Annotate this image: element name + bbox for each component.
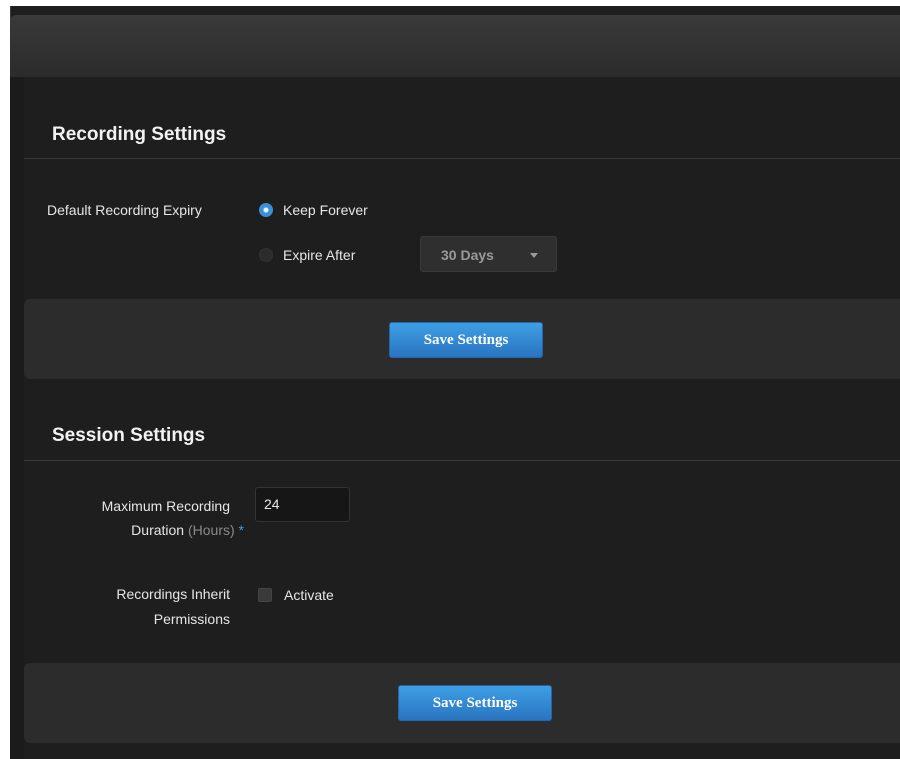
window-edge: [0, 0, 900, 6]
expire-duration-value: 30 Days: [441, 247, 494, 263]
header-bar: [10, 15, 900, 77]
save-recording-settings-button[interactable]: Save Settings: [389, 322, 543, 358]
settings-panel: [10, 0, 900, 759]
section-divider: [24, 460, 900, 461]
recording-settings-title: Recording Settings: [52, 124, 227, 145]
keep-forever-label[interactable]: Keep Forever: [283, 202, 368, 218]
required-mark: *: [238, 522, 244, 538]
hours-unit: (Hours): [187, 522, 235, 538]
duration-word: Duration: [131, 522, 185, 538]
expire-duration-select[interactable]: 30 Days: [420, 236, 557, 272]
max-duration-label: Maximum Recording: [40, 495, 230, 517]
activate-label[interactable]: Activate: [284, 587, 334, 603]
inherit-permissions-label-line1: Recordings Inherit: [116, 586, 230, 602]
default-expiry-label: Default Recording Expiry: [47, 202, 202, 218]
left-gutter: [10, 77, 24, 759]
session-settings-title: Session Settings: [52, 425, 206, 446]
section-divider: [24, 158, 900, 159]
max-duration-input[interactable]: 24: [255, 487, 350, 522]
max-duration-label-line2: Duration (Hours) *: [40, 519, 244, 541]
inherit-permissions-label-line2: Permissions: [153, 611, 230, 627]
expire-after-radio[interactable]: [259, 248, 273, 262]
save-session-settings-button[interactable]: Save Settings: [398, 685, 552, 721]
keep-forever-radio[interactable]: [259, 203, 273, 217]
max-duration-label-line1: Maximum Recording: [101, 498, 230, 514]
expire-after-label[interactable]: Expire After: [283, 247, 355, 263]
activate-checkbox[interactable]: [258, 588, 272, 602]
chevron-down-icon: [530, 253, 538, 258]
